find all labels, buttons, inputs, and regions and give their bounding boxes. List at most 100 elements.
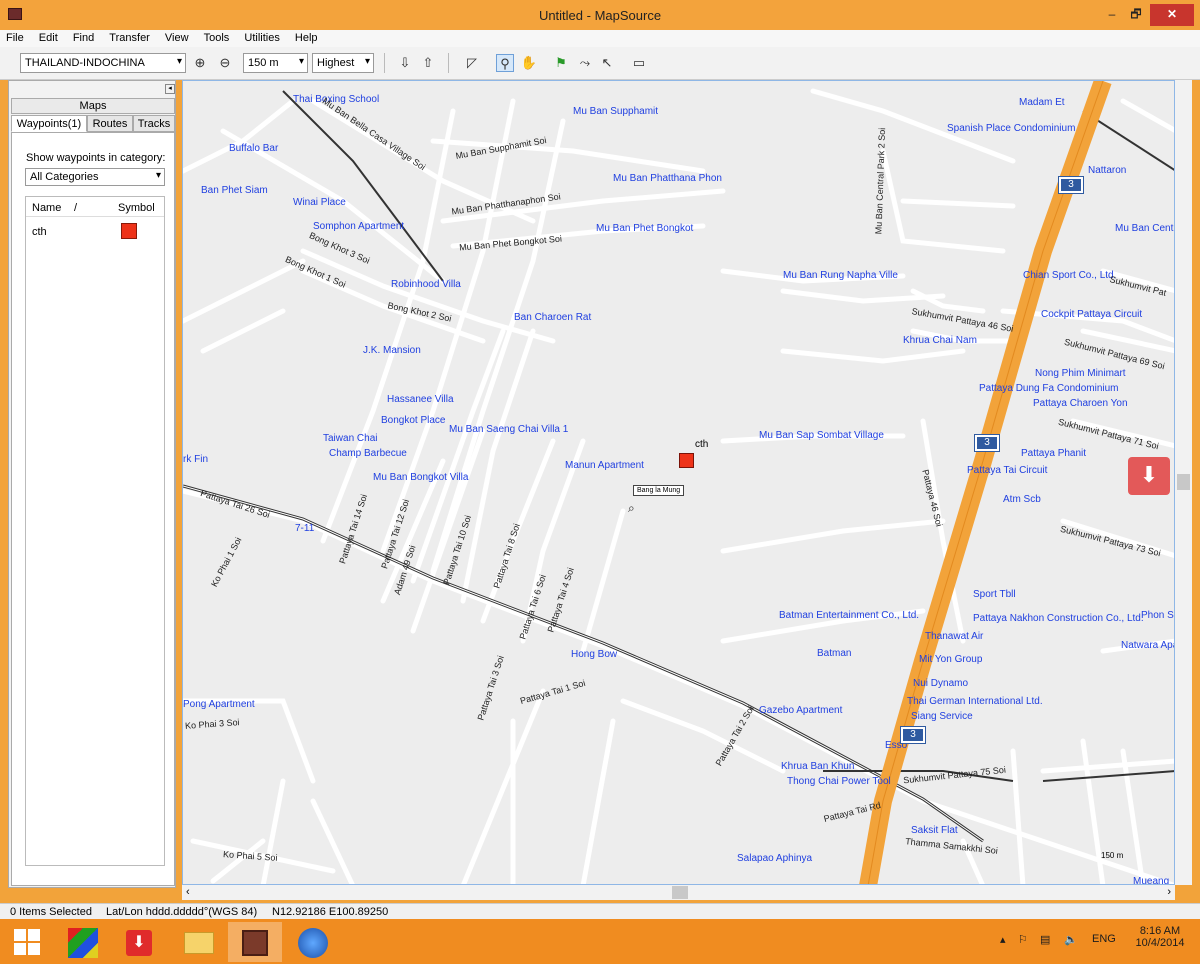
map-tool-icon[interactable]: ◸ <box>463 54 481 72</box>
scroll-thumb[interactable] <box>1177 474 1190 490</box>
poi-label[interactable]: Madam Et <box>1019 97 1065 108</box>
menu-tools[interactable]: Tools <box>198 30 236 44</box>
poi-label[interactable]: Atm Scb <box>1003 494 1041 505</box>
poi-label[interactable]: Natwara Apa <box>1121 640 1174 651</box>
poi-label[interactable]: Manun Apartment <box>565 460 644 471</box>
tab-routes[interactable]: Routes <box>87 115 133 132</box>
taskbar-app-icon[interactable] <box>286 922 340 962</box>
menu-utilities[interactable]: Utilities <box>238 30 285 44</box>
zoom-scale-select[interactable]: 150 m ▾ <box>243 53 308 73</box>
taskbar-app-icon[interactable]: ⬇ <box>112 922 166 962</box>
menu-find[interactable]: Find <box>67 30 100 44</box>
download-arrow-icon[interactable]: ⬇ <box>1128 457 1170 495</box>
waypoint-label[interactable]: cth <box>695 439 708 450</box>
zoom-tool-icon[interactable]: ⚲ <box>496 54 514 72</box>
minimize-button[interactable]: – <box>1100 4 1124 26</box>
poi-label[interactable]: Champ Barbecue <box>329 448 407 459</box>
menu-file[interactable]: File <box>0 30 30 44</box>
menu-edit[interactable]: Edit <box>33 30 64 44</box>
hand-tool-icon[interactable]: ✋ <box>520 54 538 72</box>
zoom-in-icon[interactable]: ⊕ <box>191 54 209 72</box>
distance-bearing-tool-icon[interactable]: ▭ <box>630 54 648 72</box>
zoom-out-icon[interactable]: ⊖ <box>216 54 234 72</box>
tab-maps[interactable]: Maps <box>11 98 175 114</box>
windows-start-icon[interactable] <box>14 929 40 955</box>
category-select[interactable]: All Categories ▾ <box>25 168 165 186</box>
scroll-thumb[interactable] <box>672 886 688 899</box>
poi-label[interactable]: Mit Yon Group <box>919 654 982 665</box>
poi-label[interactable]: Salapao Aphinya <box>737 853 812 864</box>
scroll-left-icon[interactable]: ‹ <box>186 886 190 898</box>
map-view[interactable]: Madam Et Spanish Place Condominium Mu Ba… <box>182 80 1175 885</box>
waypoint-list[interactable]: Name / Symbol cth <box>25 196 165 866</box>
poi-label[interactable]: Somphon Apartment <box>313 221 404 232</box>
tab-waypoints[interactable]: Waypoints(1) <box>11 115 87 132</box>
selection-tool-icon[interactable]: ↖ <box>598 54 616 72</box>
menu-view[interactable]: View <box>159 30 195 44</box>
restore-button[interactable]: 🗗 <box>1124 4 1148 26</box>
route-tool-icon[interactable]: ⤳ <box>576 54 594 72</box>
show-hidden-icons-icon[interactable]: ▴ <box>1000 933 1006 946</box>
map-vertical-scrollbar[interactable] <box>1175 80 1192 885</box>
close-button[interactable]: ✕ <box>1150 4 1194 26</box>
scroll-right-icon[interactable]: › <box>1167 886 1171 898</box>
poi-label[interactable]: Pong Apartment <box>183 699 255 710</box>
poi-label[interactable]: Mu Ban Bongkot Villa <box>373 472 468 483</box>
poi-label[interactable]: Pattaya Phanit <box>1021 448 1086 459</box>
poi-label[interactable]: Thanawat Air <box>925 631 983 642</box>
poi-label[interactable]: Pattaya Dung Fa Condominium <box>979 383 1119 394</box>
poi-label[interactable]: Batman Entertainment Co., Ltd. <box>779 610 919 621</box>
system-clock[interactable]: 8:16 AM 10/4/2014 <box>1130 925 1190 949</box>
poi-label[interactable]: Mu Ban Centr <box>1115 223 1174 234</box>
poi-label[interactable]: Bongkot Place <box>381 415 446 426</box>
menu-help[interactable]: Help <box>289 30 324 44</box>
poi-label[interactable]: Sport Tbll <box>973 589 1016 600</box>
poi-label[interactable]: Taiwan Chai <box>323 433 377 444</box>
list-item[interactable]: cth <box>26 223 164 243</box>
map-horizontal-scrollbar[interactable]: ‹ › <box>182 885 1175 900</box>
poi-label[interactable]: Cockpit Pattaya Circuit <box>1041 309 1142 320</box>
poi-label[interactable]: Hassanee Villa <box>387 394 454 405</box>
waypoint-tool-icon[interactable]: ⚑ <box>552 54 570 72</box>
poi-label[interactable]: Khrua Chai Nam <box>903 335 977 346</box>
poi-label[interactable]: Mu Ban Supphamit <box>573 106 658 117</box>
poi-label[interactable]: Robinhood Villa <box>391 279 461 290</box>
poi-label[interactable]: rk Fin <box>183 454 208 465</box>
waypoint-marker-icon[interactable] <box>679 453 694 468</box>
poi-label[interactable]: Pattaya Tai Circuit <box>967 465 1047 476</box>
poi-label[interactable]: Gazebo Apartment <box>759 705 842 716</box>
poi-label[interactable]: Ban Phet Siam <box>201 185 268 196</box>
poi-label[interactable]: Nong Phim Minimart <box>1035 368 1126 379</box>
poi-label[interactable]: J.K. Mansion <box>363 345 421 356</box>
volume-icon[interactable]: 🔈 <box>1064 933 1078 946</box>
poi-label[interactable]: Mu Ban Phatthana Phon <box>613 173 722 184</box>
taskbar-app-icon[interactable] <box>56 922 110 962</box>
tab-tracks[interactable]: Tracks <box>133 115 175 132</box>
taskbar-app-mapsource[interactable] <box>228 922 282 962</box>
menu-transfer[interactable]: Transfer <box>103 30 156 44</box>
poi-label[interactable]: Pattaya Charoen Yon <box>1033 398 1128 409</box>
send-to-device-icon[interactable]: ⇧ <box>419 54 437 72</box>
poi-label[interactable]: Winai Place <box>293 197 346 208</box>
poi-label[interactable]: Hong Bow <box>571 649 617 660</box>
taskbar-app-icon[interactable] <box>172 922 226 962</box>
poi-label[interactable]: Mu Ban Phet Bongkot <box>596 223 693 234</box>
column-header-name[interactable]: Name <box>32 202 61 214</box>
poi-label[interactable]: Thong Chai Power Tool <box>787 776 891 787</box>
poi-label[interactable]: Nui Dynamo <box>913 678 968 689</box>
poi-label[interactable]: Chian Sport Co., Ltd. <box>1023 270 1116 281</box>
column-header-symbol[interactable]: Symbol <box>118 202 155 214</box>
network-icon[interactable]: ▤ <box>1040 933 1050 946</box>
poi-label[interactable]: Buffalo Bar <box>229 143 278 154</box>
poi-label[interactable]: Saksit Flat <box>911 825 958 836</box>
receive-from-device-icon[interactable]: ⇩ <box>396 54 414 72</box>
poi-label[interactable]: Khrua Ban Khun <box>781 761 854 772</box>
poi-label[interactable]: Ban Charoen Rat <box>514 312 591 323</box>
detail-level-select[interactable]: Highest ▾ <box>312 53 374 73</box>
poi-label[interactable]: Batman <box>817 648 851 659</box>
poi-label[interactable]: Phon S <box>1141 610 1174 621</box>
poi-label[interactable]: Mueang <box>1133 876 1169 884</box>
poi-label[interactable]: Mu Ban Sap Sombat Village <box>759 430 884 441</box>
poi-label[interactable]: Spanish Place Condominium <box>947 123 1075 134</box>
collapse-panel-button[interactable]: ◂ <box>165 84 175 94</box>
